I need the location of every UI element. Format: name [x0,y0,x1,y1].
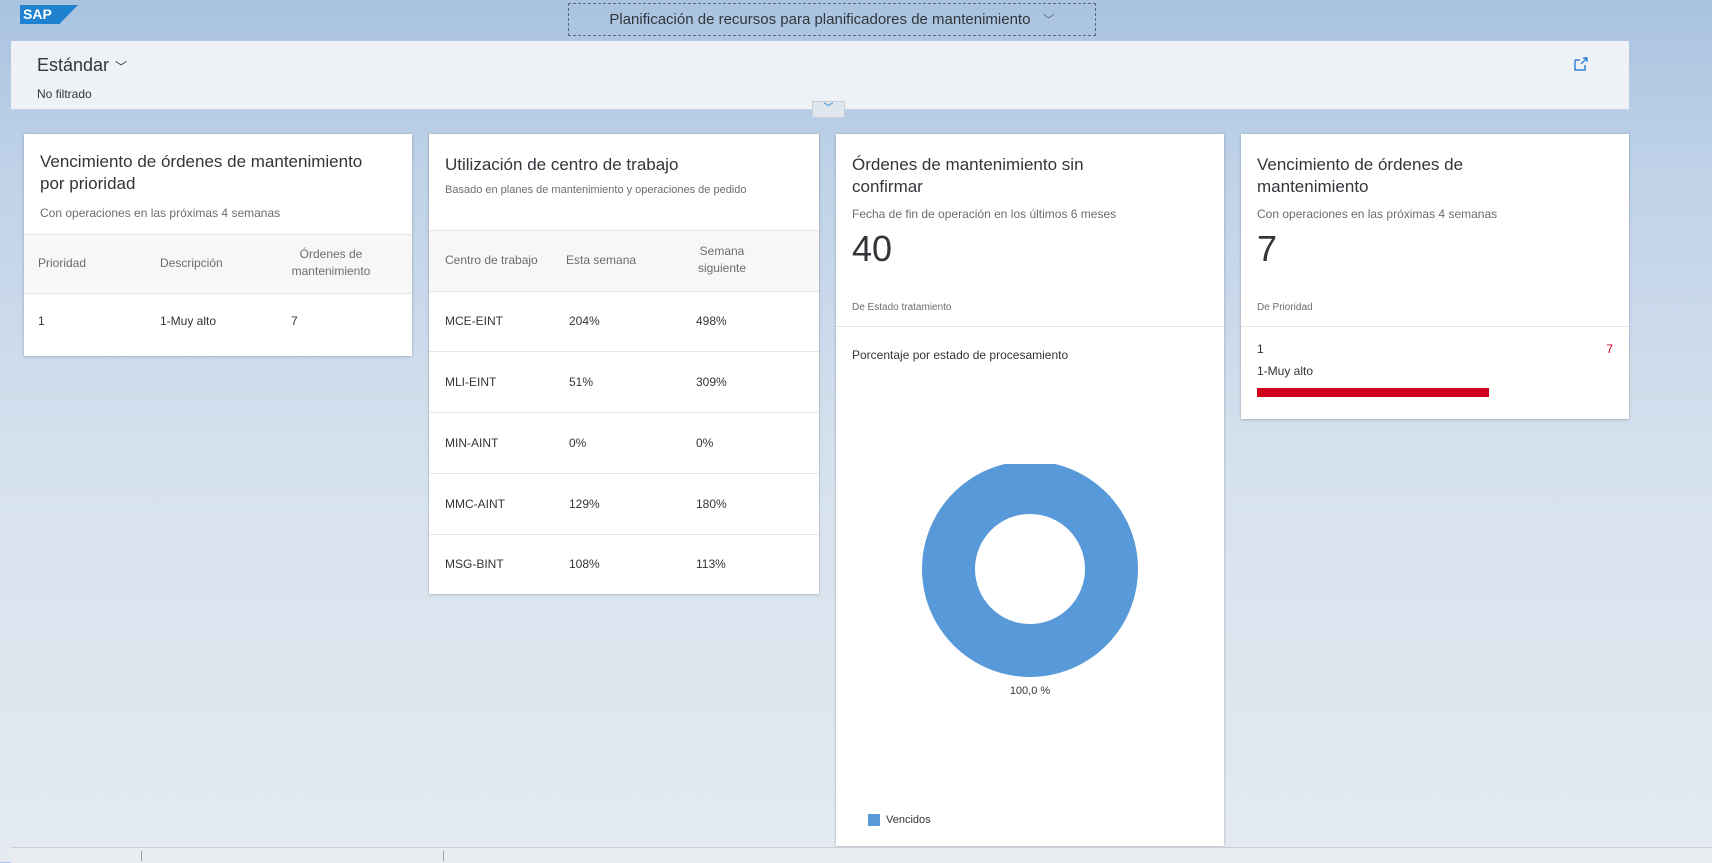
kpi-footer: De Prioridad [1257,302,1313,313]
collapse-header-button[interactable]: ﹀ [812,101,845,118]
chart-title: Porcentaje por estado de procesamiento [852,348,1069,362]
card-subtitle: Con operaciones en las próximas 4 semana… [1257,207,1498,221]
table-cell: 129% [569,497,600,511]
table-cell: 7 [291,314,298,328]
divider [443,851,444,861]
table-row[interactable]: MMC-AINT 129% 180% [429,474,819,535]
card-due-orders[interactable]: Vencimiento de órdenes de mantenimiento … [1241,134,1629,419]
table-row[interactable]: MLI-EINT 51% 309% [429,352,819,413]
card-subtitle: Con operaciones en las próximas 4 semana… [40,206,281,220]
card-priority-table[interactable]: Vencimiento de órdenes de mantenimiento … [24,134,412,356]
divider [836,326,1224,327]
table-cell: 1 [38,314,45,328]
kpi-value: 40 [852,228,893,269]
shell-bar: SAP Planificación de recursos para plani… [0,0,1712,42]
table-row[interactable]: MIN-AINT 0% 0% [429,413,819,474]
chevron-down-icon: ﹀ [115,60,128,74]
card-title: Vencimiento de órdenes de mantenimiento … [40,152,363,193]
table-row[interactable]: MCE-EINT 204% 498% [429,291,819,352]
variant-name: Estándar [37,55,110,75]
table-cell: MMC-AINT [445,497,505,511]
chevron-down-icon: ﹀ [1042,13,1055,27]
bottom-status-bar [11,847,1712,863]
table-cell: 0% [696,436,714,450]
table-header: Prioridad Descripción Órdenes de manteni… [24,234,412,294]
variant-selector[interactable]: Estándar ﹀ [37,55,127,76]
donut-chart[interactable]: 100,0 % [836,464,1224,724]
card-work-center[interactable]: Utilización de centro de trabajo Basado … [429,134,819,594]
legend-swatch [868,814,880,827]
slice-data-label: 100,0 % [1010,685,1051,697]
bar-item-value: 7 [1606,342,1613,356]
table-row[interactable]: 1 1-Muy alto 7 [24,293,412,347]
table-cell: MCE-EINT [445,314,503,328]
table-cell: 309% [696,375,727,389]
card-title: Utilización de centro de trabajo [445,155,679,174]
app-title-menu[interactable]: Planificación de recursos para planifica… [568,3,1096,36]
bar-item-label-bottom: 1-Muy alto [1257,364,1314,378]
card-title: Vencimiento de órdenes de mantenimiento [1257,155,1464,196]
table-cell: 0% [569,436,587,450]
kpi-value: 7 [1257,228,1278,269]
legend-label: Vencidos [886,814,931,827]
filter-bar: Estándar ﹀ No filtrado [11,41,1629,110]
card-subtitle: Basado en planes de mantenimiento y oper… [445,184,747,196]
column-header: Centro de trabajo [445,253,538,267]
card-title: Órdenes de mantenimiento sin confirmar [852,155,1084,196]
table-header: Centro de trabajo Esta semana Semana sig… [429,230,819,292]
donut-slice[interactable] [922,464,1138,677]
bar-track [1257,388,1489,397]
divider [1241,326,1629,327]
table-cell: MIN-AINT [445,436,499,450]
table-row[interactable]: MSG-BINT 108% 113% [429,535,819,593]
table-cell: 51% [569,375,594,389]
sap-logo[interactable]: SAP [20,5,78,24]
table-cell: 113% [696,557,726,571]
bar-fill[interactable] [1257,388,1489,397]
chevron-down-icon: ﹀ [823,103,834,114]
card-subtitle: Fecha de fin de operación en los últimos… [852,207,1117,221]
table-cell: MSG-BINT [445,557,504,571]
column-header: Semana siguiente [697,244,747,275]
column-header: Descripción [160,256,223,270]
kpi-footer: De Estado tratamiento [852,302,952,313]
table-cell: 180% [696,497,727,511]
column-header: Prioridad [38,256,87,270]
column-header: Esta semana [566,253,637,267]
column-header: Órdenes de mantenimiento [291,247,371,278]
table-cell: 498% [696,314,727,328]
filter-state-text: No filtrado [37,87,92,101]
bar-item-label-top: 1 [1257,342,1264,356]
table-cell: MLI-EINT [445,375,497,389]
app-title-text: Planificación de recursos para planifica… [609,11,1031,28]
chart-legend: Vencidos [868,814,931,827]
table-cell: 108% [569,557,600,571]
share-icon[interactable] [1573,56,1589,72]
table-cell: 1-Muy alto [160,314,217,328]
table-cell: 204% [569,314,600,328]
card-unconfirmed-orders[interactable]: Órdenes de mantenimiento sin confirmar F… [836,134,1224,846]
divider [141,851,142,861]
